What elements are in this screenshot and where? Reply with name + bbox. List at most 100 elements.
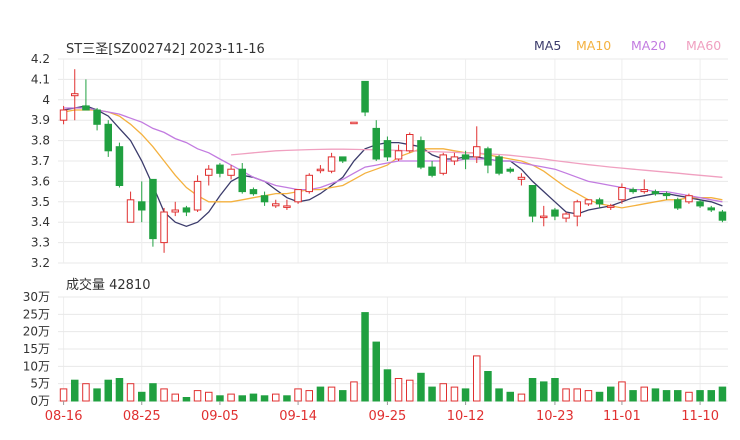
candle-body xyxy=(607,205,615,208)
candle-body xyxy=(573,201,581,217)
volume-bar xyxy=(406,379,414,402)
x-axis-label: 08-25 xyxy=(123,409,161,424)
candle-body xyxy=(238,168,246,193)
candle-body xyxy=(394,150,403,160)
candle-body xyxy=(696,201,704,207)
volume-bar xyxy=(595,391,604,402)
price-tick-label: 3.4 xyxy=(31,215,50,229)
volume-bar xyxy=(316,386,325,402)
volume-bar xyxy=(82,383,90,402)
volume-bar xyxy=(171,393,179,402)
price-tick-label: 3.3 xyxy=(31,236,50,250)
price-tick-label: 4.1 xyxy=(31,72,50,86)
volume-bar xyxy=(205,391,213,402)
volume-bar xyxy=(394,378,403,402)
candle-body xyxy=(528,185,537,217)
volume-bar xyxy=(506,391,514,402)
volume-bar xyxy=(528,378,537,402)
volume-bar xyxy=(272,393,280,402)
volume-bar xyxy=(361,312,369,402)
candle-body xyxy=(707,207,715,211)
volume-bar xyxy=(59,388,68,402)
candle-body xyxy=(651,191,660,195)
volume-bar xyxy=(696,390,704,402)
volume-bar xyxy=(372,341,380,402)
volume-bar xyxy=(350,381,358,402)
volume-bar xyxy=(149,383,157,402)
candle-body xyxy=(484,148,492,166)
candle-body xyxy=(495,156,503,174)
candle-body xyxy=(406,134,414,152)
candle-body xyxy=(461,154,470,160)
volume-bar xyxy=(193,390,202,402)
chart-svg: 4.2 4.1 4 3.9 3.8 3.7 3.6 3.5 3.4 3.3 3.2 30万 25万 20万… xyxy=(23,52,728,424)
volume-bar xyxy=(126,383,135,402)
stock-chart-widget: ST三圣[SZ002742] 2023-11-16 MA5 MA10 MA20 … xyxy=(0,0,740,440)
volume-tick-label: 20万 xyxy=(23,325,50,339)
volume-bar xyxy=(450,386,459,402)
candle-body xyxy=(305,174,313,193)
volume-bar xyxy=(640,386,648,402)
candle-body xyxy=(59,109,68,121)
candle-body xyxy=(71,93,79,97)
volume-bar xyxy=(662,390,671,402)
candle-body xyxy=(160,211,168,244)
x-axis-label: 08-16 xyxy=(45,409,83,424)
candle-body xyxy=(294,189,302,203)
volume-bar xyxy=(160,388,168,402)
candle-body xyxy=(439,154,447,174)
volume-bar xyxy=(674,390,682,402)
candle-body xyxy=(249,189,258,195)
candle-body xyxy=(506,168,514,172)
volume-tick-label: 5万 xyxy=(30,377,50,391)
candle-body xyxy=(383,140,392,158)
volume-bar xyxy=(216,395,224,402)
candle-body xyxy=(361,80,369,113)
volume-bar xyxy=(238,395,246,402)
volume-bar xyxy=(495,388,503,402)
volume-bar xyxy=(685,391,693,402)
volume-bar xyxy=(473,355,481,402)
candle-body xyxy=(283,205,291,208)
volume-bar xyxy=(294,388,302,402)
price-tick-label: 4.2 xyxy=(31,52,50,66)
price-tick-label: 3.9 xyxy=(31,113,50,127)
candle-body xyxy=(540,215,548,219)
candle-body xyxy=(595,199,604,205)
candle-body xyxy=(517,176,526,180)
candle-body xyxy=(260,195,269,203)
candle-body xyxy=(227,168,235,176)
x-axis-label: 09-14 xyxy=(279,409,317,424)
volume-bar xyxy=(707,390,715,402)
volume-bar xyxy=(484,371,492,402)
volume-bar xyxy=(327,386,336,402)
candle-body xyxy=(417,140,425,168)
x-axis-label: 11-01 xyxy=(603,409,641,424)
volume-bar xyxy=(417,372,425,402)
volume-tick-label: 0万 xyxy=(30,394,50,408)
volume-bar xyxy=(71,379,79,402)
volume-bar xyxy=(138,391,146,402)
candle-body xyxy=(618,187,626,201)
volume-bar xyxy=(115,378,124,402)
volume-bar xyxy=(618,381,626,402)
candle-body xyxy=(662,193,671,197)
price-tick-label: 3.8 xyxy=(31,134,50,148)
candle-body xyxy=(126,199,135,223)
volume-bar xyxy=(428,386,436,402)
volume-bar xyxy=(584,390,593,402)
candle-body xyxy=(115,146,124,186)
volume-bar xyxy=(249,393,258,402)
volume-bar xyxy=(562,388,570,402)
candle-body xyxy=(182,207,191,213)
candle-body xyxy=(339,156,347,162)
candle-body xyxy=(562,213,570,219)
volume-bar xyxy=(439,383,447,402)
price-tick-label: 4 xyxy=(42,93,50,107)
candle-body xyxy=(428,166,436,176)
volume-bar xyxy=(104,379,112,402)
candle-body xyxy=(685,195,693,203)
price-tick-label: 3.2 xyxy=(31,256,50,270)
candle-body xyxy=(473,146,481,158)
volume-bar xyxy=(383,369,392,402)
